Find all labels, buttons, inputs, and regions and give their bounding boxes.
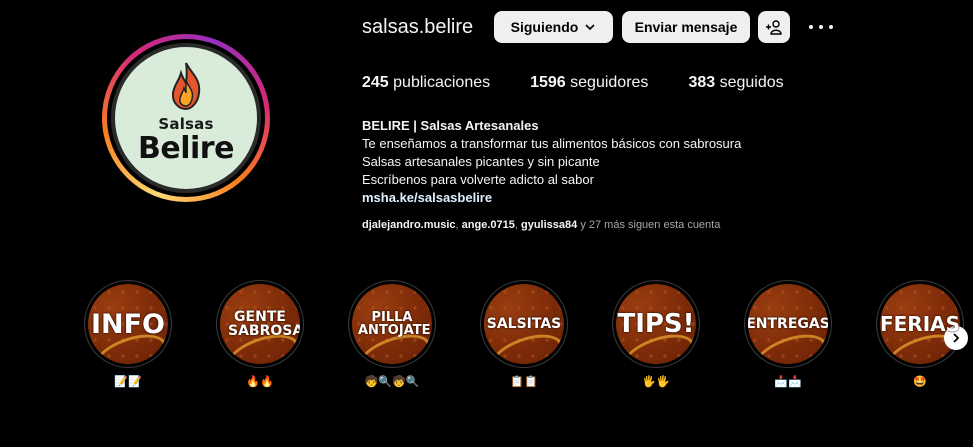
- highlight-cover: GENTE SABROSA: [220, 284, 300, 364]
- highlight-tips[interactable]: TIPS! 🖐🖐: [612, 280, 702, 388]
- highlight-cover: FERIAS: [880, 284, 960, 364]
- highlight-salsitas[interactable]: SALSITAS 📋📋: [480, 280, 570, 388]
- following-stat[interactable]: 383 seguidos: [688, 74, 783, 92]
- more-options-icon[interactable]: [809, 17, 833, 37]
- highlight-entregas[interactable]: ENTREGAS 📩📩: [744, 280, 834, 388]
- highlight-ring: ENTREGAS: [744, 280, 832, 368]
- highlight-cover: SALSITAS: [484, 284, 564, 364]
- highlight-label: 🔥🔥: [246, 376, 274, 388]
- logo-main-text: Belire: [138, 131, 234, 166]
- followed-by-user: gyulissa84: [520, 219, 578, 231]
- highlight-ring: INFO: [84, 280, 172, 368]
- highlight-pilla-antojate[interactable]: PILLA ANTOJATE! 🧒🔍🧒🔍: [348, 280, 438, 388]
- highlight-cover: PILLA ANTOJATE!: [352, 284, 432, 364]
- send-message-label: Enviar mensaje: [634, 19, 738, 35]
- followers-count: 1596: [530, 74, 566, 91]
- highlight-label: 📋📋: [510, 376, 538, 388]
- followed-by[interactable]: djalejandro.music, ange.0715, gyulissa84…: [362, 219, 720, 231]
- posts-label: publicaciones: [393, 74, 491, 91]
- highlight-label: 🤩: [913, 376, 927, 388]
- followers-stat[interactable]: 1596 seguidores: [530, 74, 648, 92]
- highlight-label: 📝📝: [114, 376, 142, 388]
- suggested-users-button[interactable]: [758, 11, 790, 43]
- highlight-ring: SALSITAS: [480, 280, 568, 368]
- add-person-icon: [766, 20, 782, 35]
- followers-label: seguidores: [570, 74, 649, 91]
- highlight-title: INFO: [90, 308, 166, 340]
- highlight-title: FERIAS: [880, 312, 960, 336]
- profile-stats: 245 publicaciones 1596 seguidores 383 se…: [362, 74, 784, 92]
- bio-line: Escríbenos para volverte adicto al sabor: [362, 172, 594, 187]
- highlight-title: SALSITAS: [486, 316, 562, 332]
- bio-line: Te enseñamos a transformar tus alimentos…: [362, 136, 742, 151]
- highlight-ring: PILLA ANTOJATE!: [348, 280, 436, 368]
- posts-count: 245: [362, 74, 389, 91]
- following-button-label: Siguiendo: [510, 19, 579, 35]
- highlight-title: ENTREGAS: [748, 316, 828, 332]
- highlight-label: 📩📩: [774, 376, 802, 388]
- bio-line: Salsas artesanales picantes y sin picant…: [362, 154, 600, 169]
- following-button[interactable]: Siguiendo: [494, 11, 613, 43]
- highlight-title: GENTE SABROSA: [228, 309, 300, 339]
- dot: [819, 25, 823, 29]
- following-label: seguidos: [719, 74, 784, 91]
- bio-name: BELIRE | Salsas Artesanales: [362, 118, 539, 133]
- highlight-info[interactable]: INFO 📝📝: [84, 280, 174, 388]
- bio-link[interactable]: msha.ke/salsasbelire: [362, 189, 741, 207]
- send-message-button[interactable]: Enviar mensaje: [622, 11, 750, 43]
- profile-username: salsas.belire: [362, 16, 474, 38]
- highlight-ring: TIPS!: [612, 280, 700, 368]
- highlight-cover: INFO: [88, 284, 168, 364]
- highlight-ring: FERIAS: [876, 280, 964, 368]
- profile-avatar[interactable]: Salsas Belire: [102, 34, 270, 202]
- flame-logo-icon: [171, 62, 201, 111]
- profile-bio: BELIRE | Salsas Artesanales Te enseñamos…: [362, 117, 741, 207]
- posts-stat: 245 publicaciones: [362, 74, 490, 92]
- followed-by-user: djalejandro.music: [362, 219, 456, 231]
- highlight-ferias[interactable]: FERIAS 🤩: [876, 280, 966, 388]
- following-count: 383: [688, 74, 716, 91]
- chevron-down-icon: [585, 24, 595, 31]
- avatar-image: Salsas Belire: [111, 43, 261, 193]
- followed-by-suffix: y 27 más siguen esta cuenta: [580, 219, 721, 231]
- highlight-ring: GENTE SABROSA: [216, 280, 304, 368]
- highlight-title: PILLA ANTOJATE!: [358, 310, 432, 338]
- dot: [809, 25, 813, 29]
- followed-by-user: ange.0715: [461, 219, 515, 231]
- highlight-title: TIPS!: [617, 309, 695, 339]
- highlight-label: 🖐🖐: [642, 376, 670, 388]
- highlight-gente-sabrosa[interactable]: GENTE SABROSA 🔥🔥: [216, 280, 306, 388]
- highlight-label: 🧒🔍🧒🔍: [364, 376, 420, 388]
- dot: [829, 25, 833, 29]
- highlight-cover: TIPS!: [616, 284, 696, 364]
- highlight-cover: ENTREGAS: [748, 284, 828, 364]
